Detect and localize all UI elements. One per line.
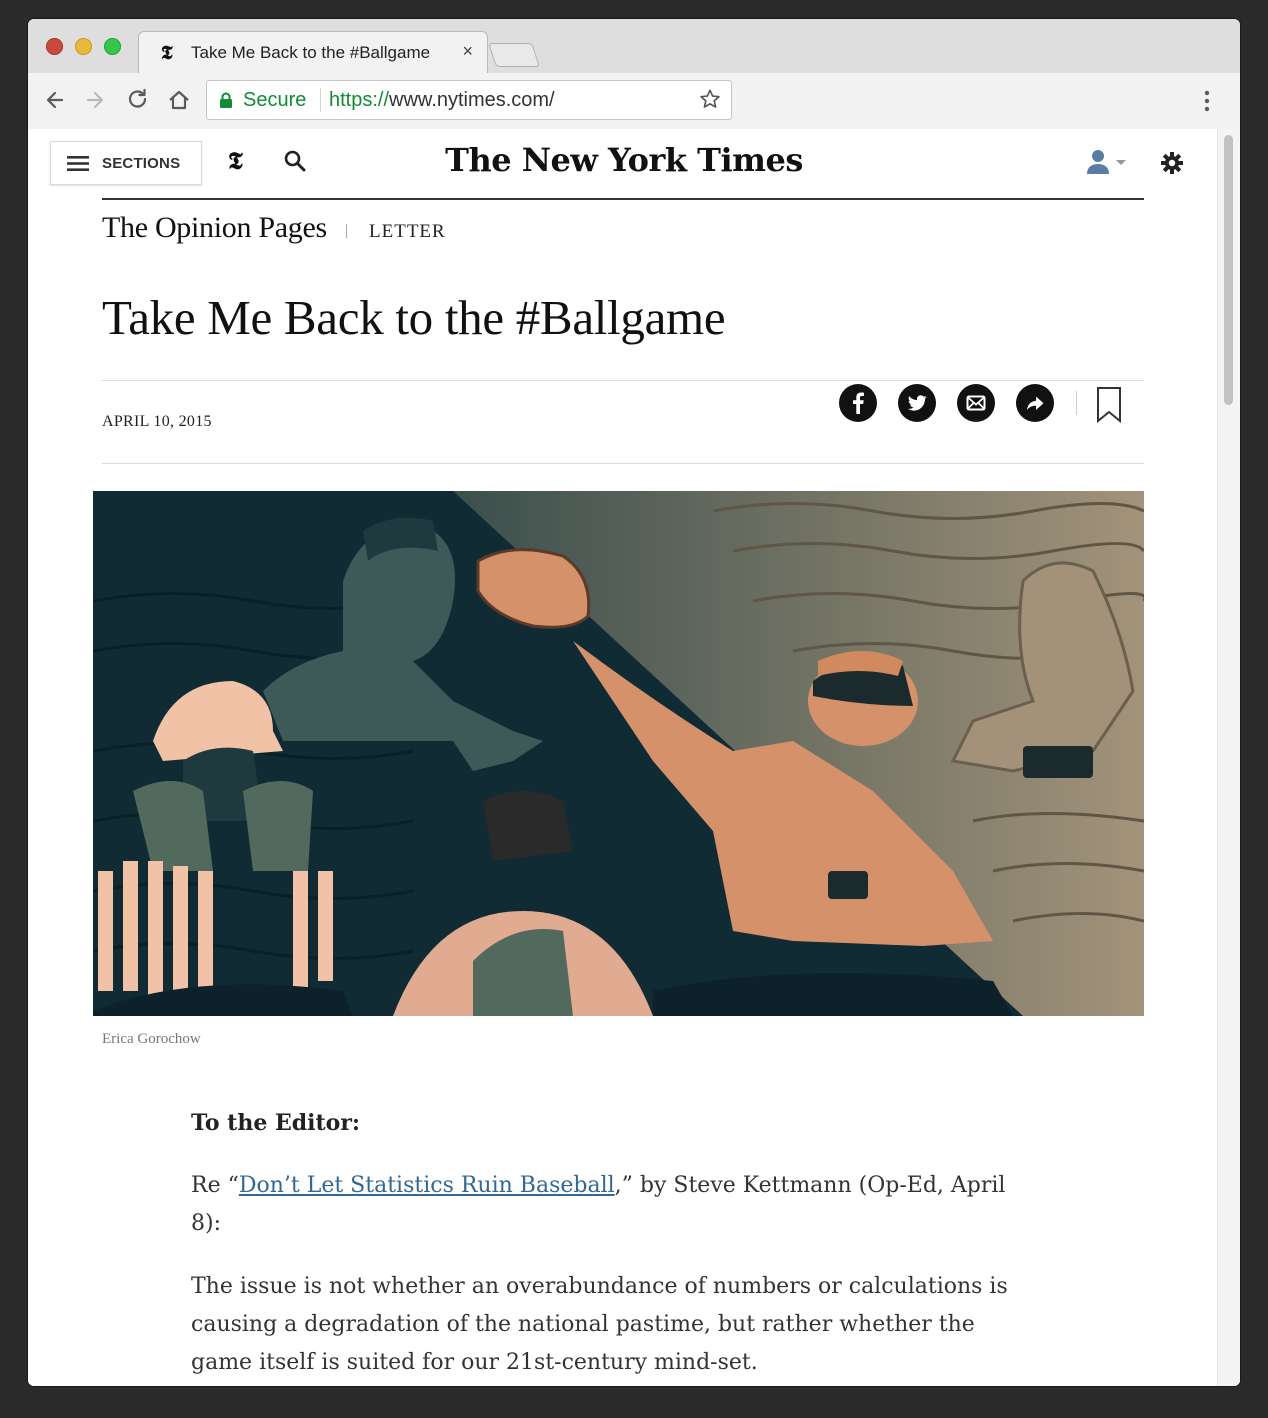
browser-toolbar: Secure https://www.nytimes.com/: [28, 73, 1240, 130]
sections-label: SECTIONS: [102, 155, 181, 172]
tab-close-icon[interactable]: ×: [462, 41, 473, 62]
letter-reference: Re “Don’t Let Statistics Ruin Baseball,”…: [191, 1167, 1041, 1243]
kicker-divider: [346, 224, 347, 238]
article-body: To the Editor: Re “Don’t Let Statistics …: [191, 1104, 1041, 1386]
nyt-logo[interactable]: The New York Times: [424, 141, 824, 179]
twitter-icon[interactable]: [898, 384, 936, 422]
address-bar[interactable]: Secure https://www.nytimes.com/: [206, 80, 732, 120]
section-label[interactable]: The Opinion Pages: [102, 211, 327, 245]
op-ed-link[interactable]: Don’t Let Statistics Ruin Baseball: [239, 1173, 615, 1198]
tab-title: Take Me Back to the #Ballgame: [191, 43, 431, 62]
hamburger-icon: [67, 156, 89, 171]
nyt-t-logo-icon[interactable]: 𝕿: [228, 146, 243, 175]
headline-divider: [102, 380, 1144, 381]
zoom-window-button[interactable]: [104, 38, 121, 55]
kicker-label: LETTER: [369, 221, 446, 242]
scrollbar[interactable]: [1217, 129, 1240, 1386]
page-viewport: SECTIONS 𝕿 The New York Times The Opinio…: [28, 129, 1240, 1386]
search-icon[interactable]: [284, 150, 306, 172]
reference-prefix: Re “: [191, 1173, 239, 1198]
menu-dots-icon[interactable]: [1202, 89, 1212, 113]
browser-tab[interactable]: 𝕿 Take Me Back to the #Ballgame ×: [138, 31, 488, 74]
url-text[interactable]: https://www.nytimes.com/: [329, 89, 555, 112]
letter-paragraph: The issue is not whether an overabundanc…: [191, 1274, 1008, 1375]
omnibox-divider: [320, 88, 321, 112]
scrollbar-thumb[interactable]: [1224, 135, 1233, 405]
star-icon[interactable]: [699, 88, 721, 110]
user-icon[interactable]: [1086, 149, 1130, 175]
article-date: APRIL 10, 2015: [102, 413, 212, 430]
close-window-button[interactable]: [46, 38, 63, 55]
reload-icon[interactable]: [123, 85, 153, 115]
browser-window: 𝕿 Take Me Back to the #Ballgame × Secure: [28, 19, 1240, 1386]
forward-arrow-icon[interactable]: [80, 85, 110, 115]
nyt-favicon-icon: 𝕿: [161, 42, 173, 64]
url-host: www.nytimes.com/: [389, 89, 555, 111]
share-icon[interactable]: [1016, 384, 1054, 422]
share-divider: [1076, 391, 1077, 415]
article-headline: Take Me Back to the #Ballgame: [102, 290, 726, 345]
byline-divider: [102, 463, 1144, 464]
gear-icon[interactable]: [1160, 151, 1184, 175]
email-icon[interactable]: [957, 384, 995, 422]
letter-salutation: To the Editor:: [191, 1110, 361, 1136]
masthead-divider: [102, 198, 1144, 200]
lock-icon: [220, 92, 232, 108]
new-tab-button[interactable]: [488, 43, 540, 67]
bookmark-icon[interactable]: [1092, 386, 1126, 424]
url-scheme: https://: [329, 89, 390, 111]
home-icon[interactable]: [164, 85, 194, 115]
back-arrow-icon[interactable]: [40, 85, 70, 115]
article-illustration: [93, 491, 1144, 1016]
image-credit: Erica Gorochow: [102, 1031, 201, 1047]
facebook-icon[interactable]: [839, 384, 877, 422]
minimize-window-button[interactable]: [75, 38, 92, 55]
sections-button[interactable]: SECTIONS: [50, 141, 202, 185]
secure-label: Secure: [243, 89, 307, 111]
